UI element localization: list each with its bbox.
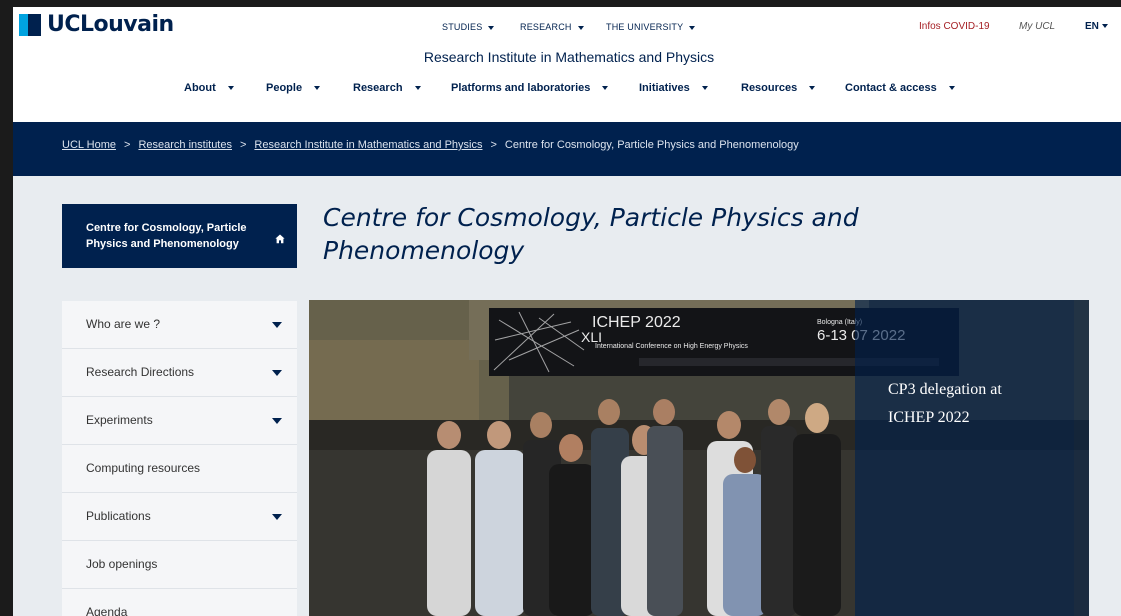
sidebar-item-job-openings[interactable]: Job openings: [62, 541, 297, 589]
chevron-down-icon: [414, 86, 421, 91]
breadcrumb-separator: >: [239, 139, 247, 151]
nav-people[interactable]: People: [266, 82, 321, 94]
chevron-down-icon: [701, 86, 708, 91]
sidebar-item-label: Job openings: [86, 557, 158, 571]
sidebar-item-research-directions[interactable]: Research Directions: [62, 349, 297, 397]
chevron-down-icon: [488, 25, 495, 30]
home-icon: [275, 234, 285, 244]
page-title: Centre for Cosmology, Particle Physics a…: [323, 203, 859, 265]
nav-initiatives[interactable]: Initiatives: [639, 82, 708, 94]
sidebar-item-label: Computing resources: [86, 461, 201, 475]
nav-contact[interactable]: Contact & access: [845, 82, 955, 94]
sidebar-title: Centre for Cosmology, Particle Physics a…: [86, 222, 247, 250]
chevron-down-icon[interactable]: [272, 322, 282, 328]
main-nav: About People Research Platforms and labo…: [13, 82, 1121, 98]
window-frame-left: [0, 0, 13, 616]
sidebar-item-label: Publications: [86, 509, 151, 523]
hero-caption-edge: [1074, 300, 1089, 616]
chevron-down-icon[interactable]: [272, 370, 282, 376]
sidebar-item-agenda[interactable]: Agenda: [62, 589, 297, 616]
hero-caption-box: CP3 delegation at ICHEP 2022: [855, 300, 1074, 616]
nav-resources[interactable]: Resources: [741, 82, 816, 94]
chevron-down-icon: [227, 86, 234, 91]
chevron-down-icon: [314, 86, 321, 91]
sidebar-item-experiments[interactable]: Experiments: [62, 397, 297, 445]
nav-about[interactable]: About: [184, 82, 234, 94]
hero-photo: ICHEP 2022 XLI International Conference …: [309, 300, 1089, 616]
sidebar-item-label: Who are we ?: [86, 317, 161, 331]
breadcrumb: UCL Home > Research institutes > Research In…: [62, 139, 799, 151]
chevron-down-icon: [689, 25, 696, 30]
breadcrumb-bar: UCL Home > Research institutes > Research In…: [13, 122, 1121, 176]
myucl-link[interactable]: My UCL: [1019, 21, 1055, 32]
sidebar-item-who-are-we[interactable]: Who are we ?: [62, 301, 297, 349]
breadcrumb-irmp[interactable]: Research Institute in Mathematics and Ph…: [254, 139, 482, 151]
sidebar-item-label: Research Directions: [86, 365, 195, 379]
chevron-down-icon[interactable]: [272, 514, 282, 520]
chevron-down-icon[interactable]: [272, 418, 282, 424]
topnav-studies[interactable]: STUDIES: [442, 22, 495, 32]
breadcrumb-separator: >: [124, 139, 131, 151]
sidebar-item-label: Agenda: [86, 605, 128, 616]
site-header: UCLouvain STUDIES RESEARCH THE UNIVERSIT…: [13, 7, 1121, 122]
breadcrumb-separator: >: [490, 139, 497, 151]
sidebar-item-label: Experiments: [86, 413, 153, 427]
window-frame-top: [0, 0, 1121, 7]
sidebar-item-computing-resources[interactable]: Computing resources: [62, 445, 297, 493]
page: UCLouvain STUDIES RESEARCH THE UNIVERSIT…: [13, 7, 1121, 616]
chevron-down-icon: [948, 86, 955, 91]
chevron-down-icon: [1101, 24, 1108, 29]
breadcrumb-ucl-home[interactable]: UCL Home: [62, 139, 116, 151]
chevron-down-icon: [809, 86, 816, 91]
sidebar-item-publications[interactable]: Publications: [62, 493, 297, 541]
chevron-down-icon: [602, 86, 609, 91]
institute-title[interactable]: Research Institute in Mathematics and Ph…: [13, 49, 1121, 65]
sidebar-title-box[interactable]: Centre for Cosmology, Particle Physics a…: [62, 204, 297, 268]
breadcrumb-current: Centre for Cosmology, Particle Physics a…: [504, 139, 799, 151]
chevron-down-icon: [577, 25, 584, 30]
topnav-research[interactable]: RESEARCH: [520, 22, 584, 32]
sidebar-menu: Who are we ? Research Directions Experim…: [62, 301, 297, 616]
covid-info-link[interactable]: Infos COVID-19: [919, 21, 990, 32]
topnav-university[interactable]: THE UNIVERSITY: [606, 22, 696, 32]
language-selector[interactable]: EN: [1085, 21, 1108, 32]
hero-caption: CP3 delegation at ICHEP 2022: [888, 381, 1002, 426]
nav-research[interactable]: Research: [353, 82, 421, 94]
nav-platforms[interactable]: Platforms and laboratories: [451, 82, 609, 94]
breadcrumb-research-institutes[interactable]: Research institutes: [138, 139, 232, 151]
